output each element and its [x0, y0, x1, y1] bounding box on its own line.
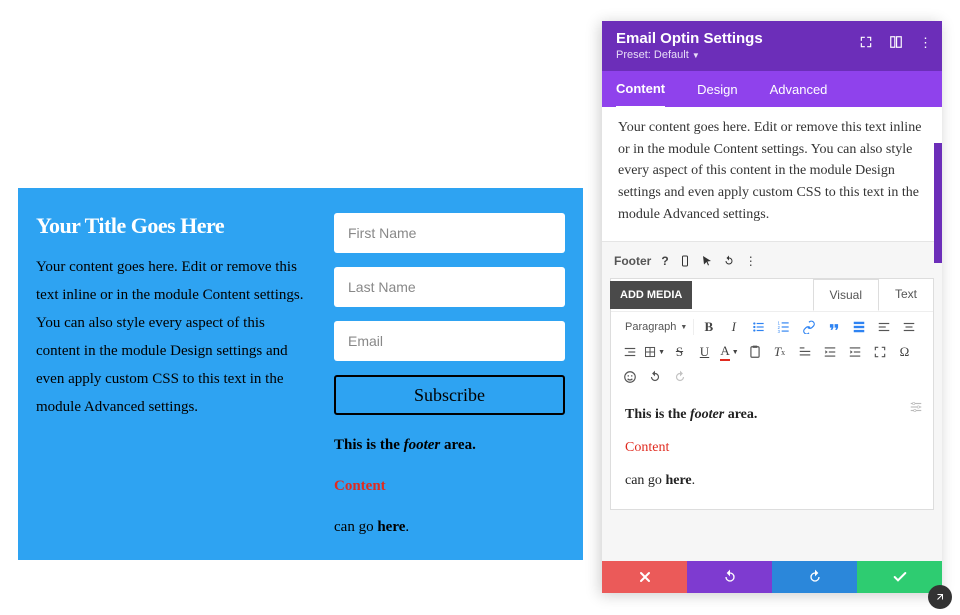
panel-action-bar — [602, 561, 942, 593]
email-optin-module[interactable]: Your Title Goes Here Your content goes h… — [18, 188, 583, 560]
special-char-icon[interactable]: Ω — [894, 343, 915, 361]
caret-down-icon: ▼ — [680, 324, 687, 331]
caret-down-icon: ▼ — [658, 349, 665, 356]
paragraph-select[interactable]: Paragraph▼ — [619, 319, 694, 335]
editor-tab-text[interactable]: Text — [879, 279, 933, 311]
quote-icon[interactable] — [823, 318, 844, 336]
rte-red-line: Content — [625, 437, 919, 458]
footer-end-period: . — [405, 519, 409, 535]
align-right-icon[interactable] — [619, 343, 640, 361]
outdent-icon[interactable] — [819, 343, 840, 361]
clear-format-icon[interactable]: Tx — [769, 343, 790, 361]
rte-tail: area. — [724, 407, 757, 422]
help-icon[interactable]: ? — [661, 254, 668, 268]
align-center-icon[interactable] — [898, 318, 919, 336]
fullscreen-icon[interactable] — [869, 343, 890, 361]
last-name-input[interactable] — [334, 267, 565, 307]
footer-editor: ADD MEDIA Visual Text Paragraph▼ B I 123… — [610, 278, 934, 510]
undo-icon[interactable] — [644, 368, 665, 386]
hover-icon[interactable] — [701, 255, 713, 267]
formats-icon[interactable] — [794, 343, 815, 361]
footer-red-line: Content — [334, 476, 565, 497]
footer-end-bold: here — [377, 519, 405, 535]
caret-down-icon: ▼ — [692, 51, 700, 60]
toolbar-toggle-icon[interactable] — [848, 318, 869, 336]
strike-icon[interactable]: S — [669, 343, 690, 361]
scrollbar-thumb[interactable] — [934, 143, 942, 263]
indent-icon[interactable] — [844, 343, 865, 361]
footer-lead: This is the — [334, 437, 404, 453]
rte-end-bold: here — [665, 473, 691, 488]
caret-down-icon: ▼ — [732, 348, 739, 356]
ol-icon[interactable]: 123 — [773, 318, 794, 336]
align-left-icon[interactable] — [873, 318, 894, 336]
emoji-icon[interactable] — [619, 368, 640, 386]
rte-end-period: . — [692, 473, 696, 488]
rte-lead: This is the — [625, 407, 690, 422]
footer-section-label: Footer — [614, 254, 651, 268]
subscribe-button[interactable]: Subscribe — [334, 375, 565, 415]
optin-body-text[interactable]: Your content goes here. Edit or remove t… — [36, 253, 308, 421]
footer-label-row: Footer ? ⋮ — [610, 242, 934, 278]
panel-body: Your content goes here. Edit or remove t… — [602, 107, 942, 561]
footer-strong-italic: footer — [404, 437, 441, 453]
table-icon[interactable]: ▼ — [644, 343, 665, 361]
body-editor-preview[interactable]: Your content goes here. Edit or remove t… — [602, 107, 942, 242]
undo-button[interactable] — [687, 561, 772, 593]
save-button[interactable] — [857, 561, 942, 593]
redo-icon[interactable] — [669, 368, 690, 386]
svg-text:3: 3 — [777, 329, 780, 334]
rte-italic: footer — [690, 407, 724, 422]
rte-end-lead: can go — [625, 473, 665, 488]
email-input[interactable] — [334, 321, 565, 361]
ul-icon[interactable] — [748, 318, 769, 336]
footer-tail: area. — [440, 437, 476, 453]
bold-icon[interactable]: B — [698, 318, 719, 336]
rte-options-icon[interactable] — [909, 400, 923, 420]
textcolor-icon[interactable]: A▼ — [719, 343, 740, 361]
snap-icon[interactable] — [889, 35, 903, 51]
page-canvas: Your Title Goes Here Your content goes h… — [0, 0, 602, 615]
size-icon[interactable] — [859, 35, 873, 51]
reset-icon[interactable] — [723, 255, 735, 267]
first-name-input[interactable] — [334, 213, 565, 253]
footer-end-lead: can go — [334, 519, 377, 535]
optin-footer[interactable]: This is the footer area. Content can go … — [334, 435, 565, 538]
settings-panel: Email Optin Settings Preset: Default ▼ ⋮… — [602, 21, 942, 593]
rte-body[interactable]: This is the footer area. Content can go … — [611, 392, 933, 509]
expand-button[interactable] — [928, 585, 952, 609]
cancel-button[interactable] — [602, 561, 687, 593]
tab-advanced[interactable]: Advanced — [770, 72, 828, 107]
kebab-small-icon[interactable]: ⋮ — [745, 254, 757, 268]
redo-button[interactable] — [772, 561, 857, 593]
editor-toolbar: Paragraph▼ B I 123 ▼ S U A▼ Tx — [611, 311, 933, 392]
underline-icon[interactable]: U — [694, 343, 715, 361]
add-media-button[interactable]: ADD MEDIA — [610, 281, 692, 309]
italic-icon[interactable]: I — [723, 318, 744, 336]
kebab-icon[interactable]: ⋮ — [919, 35, 932, 51]
panel-header: Email Optin Settings Preset: Default ▼ ⋮ — [602, 21, 942, 71]
optin-title[interactable]: Your Title Goes Here — [36, 213, 308, 239]
responsive-icon[interactable] — [679, 255, 691, 267]
panel-tabs: Content Design Advanced — [602, 71, 942, 107]
paste-icon[interactable] — [744, 343, 765, 361]
editor-tab-visual[interactable]: Visual — [813, 279, 879, 311]
link-icon[interactable] — [798, 318, 819, 336]
tab-content[interactable]: Content — [616, 71, 665, 109]
tab-design[interactable]: Design — [697, 72, 737, 107]
